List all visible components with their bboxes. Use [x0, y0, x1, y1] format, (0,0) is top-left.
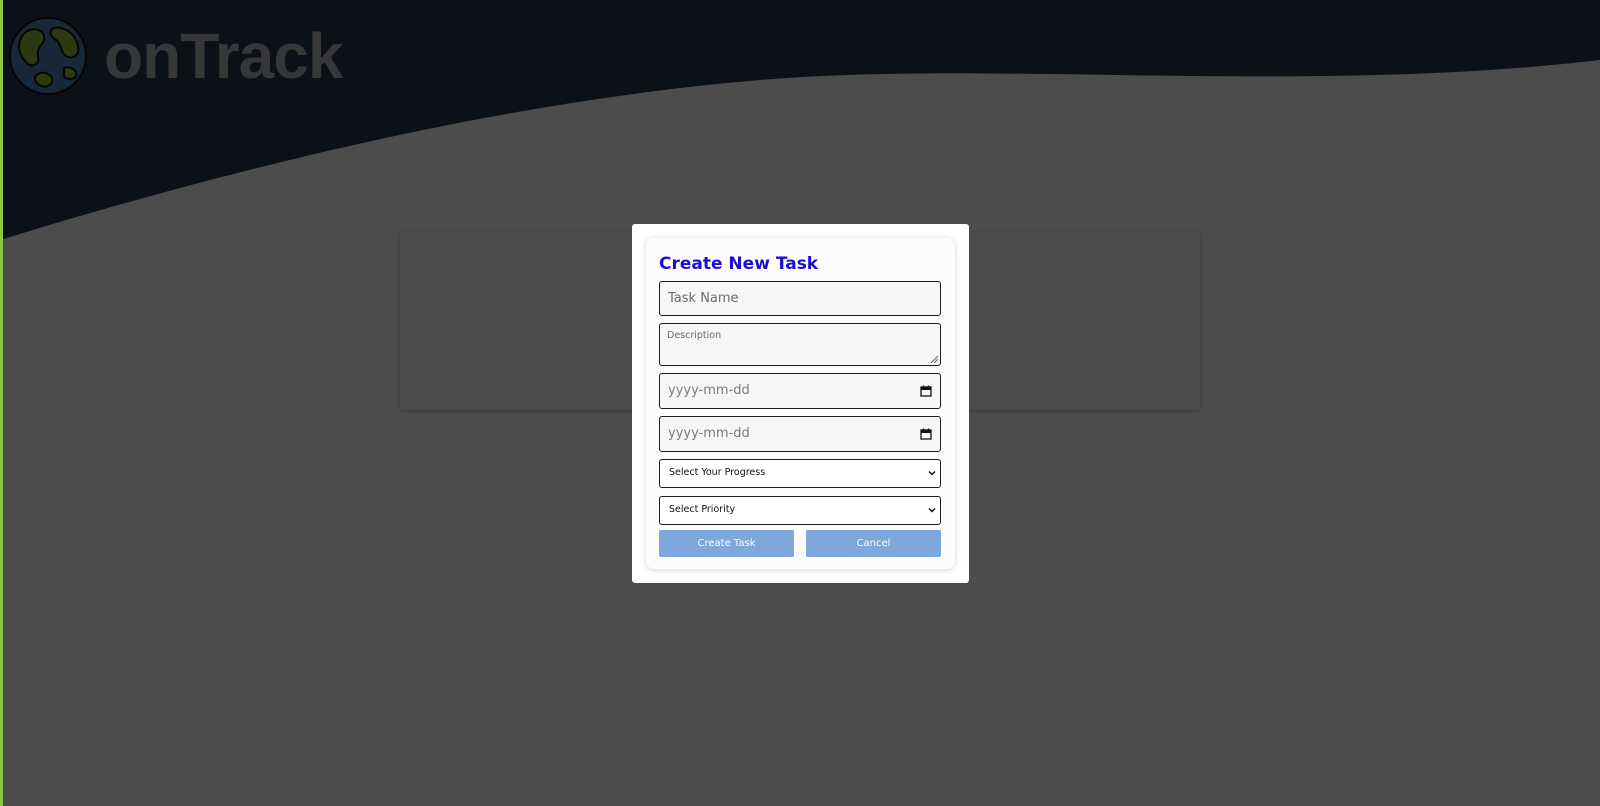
create-task-modal: Create New Task yyyy-mm-dd [632, 224, 969, 583]
start-date-placeholder: yyyy-mm-dd [668, 383, 750, 398]
description-input[interactable] [660, 324, 940, 365]
progress-select[interactable]: Select Your Progress [659, 459, 941, 488]
chevron-down-icon [928, 470, 936, 476]
create-task-button[interactable]: Create Task [659, 530, 794, 557]
end-date-placeholder: yyyy-mm-dd [668, 426, 750, 441]
description-field [659, 323, 941, 366]
cancel-button[interactable]: Cancel [806, 530, 941, 557]
priority-select-value: Select Priority [669, 504, 736, 515]
task-name-field [659, 281, 941, 316]
priority-select[interactable]: Select Priority [659, 496, 941, 525]
accent-stripe [0, 0, 3, 806]
page: onTrack Create New Task yyyy-mm-dd [0, 0, 1600, 806]
calendar-icon[interactable] [920, 385, 932, 397]
resize-grip-icon[interactable] [930, 355, 938, 363]
task-name-input[interactable] [660, 282, 940, 315]
end-date-input[interactable]: yyyy-mm-dd [659, 416, 941, 452]
start-date-input[interactable]: yyyy-mm-dd [659, 373, 941, 409]
create-task-form: Create New Task yyyy-mm-dd [646, 238, 955, 569]
calendar-icon[interactable] [920, 428, 932, 440]
modal-title: Create New Task [659, 254, 819, 274]
chevron-down-icon [928, 507, 936, 513]
progress-select-value: Select Your Progress [669, 467, 766, 478]
